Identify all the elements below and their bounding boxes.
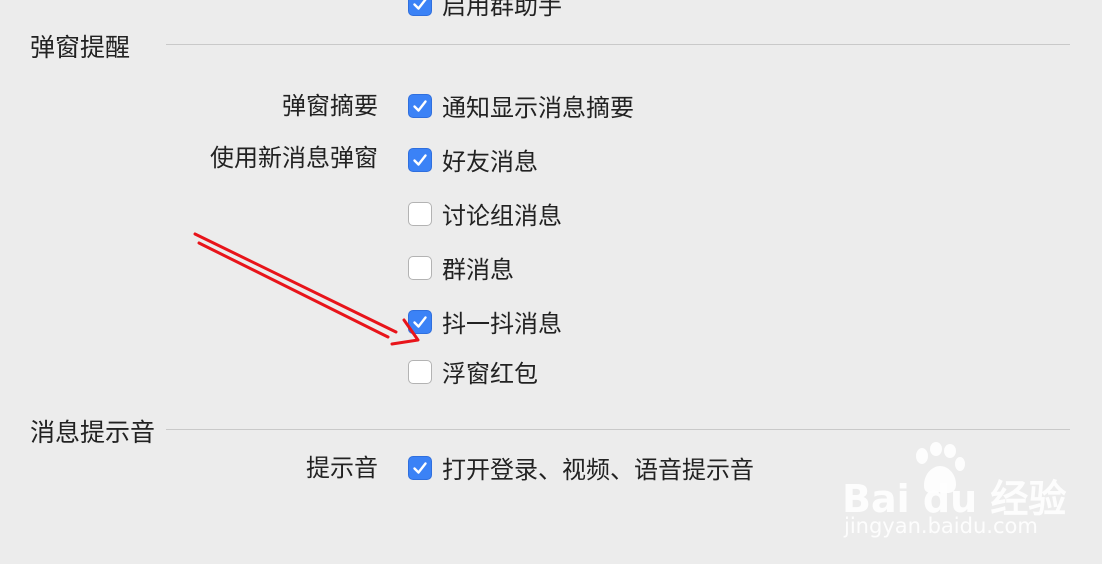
baidu-watermark: Bai du 经验 jingyan.baidu.com — [842, 440, 1066, 550]
watermark-url: jingyan.baidu.com — [844, 514, 1038, 538]
